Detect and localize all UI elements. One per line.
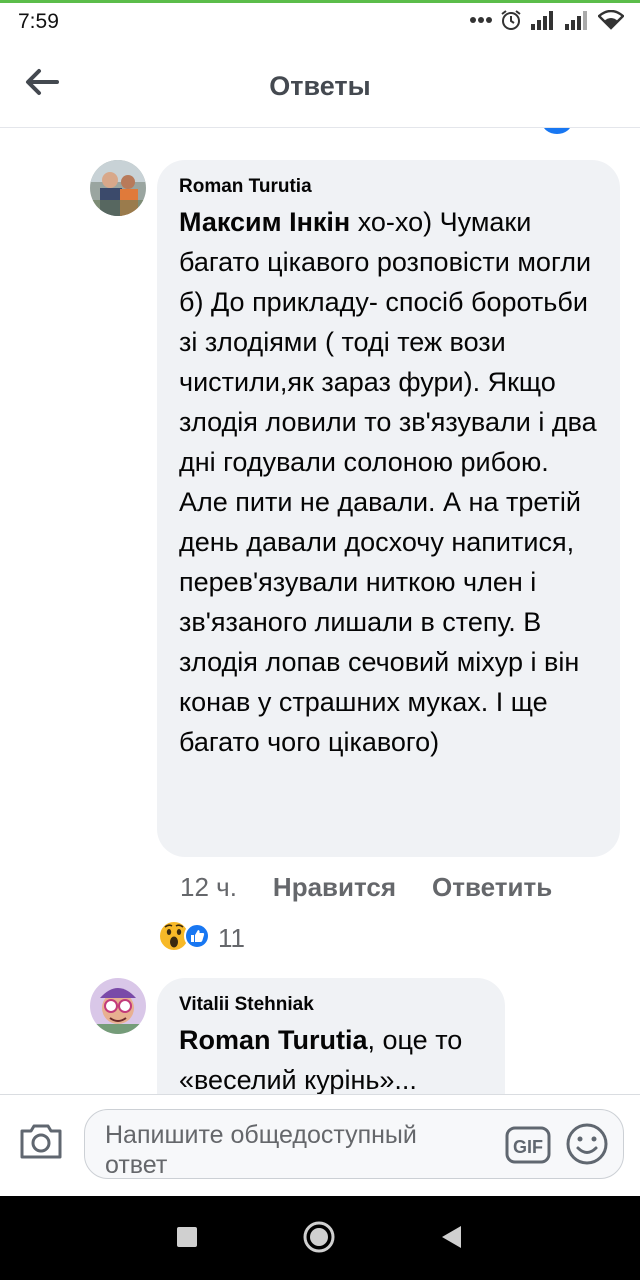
comment-text: Максим Інкін хо-хо) Чумаки багато цікаво… (179, 202, 598, 762)
triangle-back-icon (439, 1224, 463, 1255)
gif-button[interactable]: GIF (505, 1124, 551, 1166)
square-icon (176, 1226, 198, 1253)
back-nav-button[interactable] (434, 1222, 468, 1256)
previous-comment-reaction-fragment (542, 128, 572, 134)
comment-meta: 12 ч. Нравится Ответить (180, 872, 588, 903)
reply-input[interactable]: Напишите общедоступный ответ GIF (84, 1109, 624, 1179)
signal-icon (530, 10, 556, 30)
home-button[interactable] (302, 1220, 336, 1259)
like-icon (184, 923, 210, 954)
status-time: 7:59 (18, 10, 59, 33)
header: Ответы (0, 44, 640, 128)
signal-icon-2 (564, 10, 590, 30)
reply-composer: Напишите общедоступный ответ GIF (0, 1094, 640, 1196)
home-circle-icon (302, 1220, 336, 1259)
smiley-icon (565, 1123, 609, 1170)
status-bar: 7:59 (0, 0, 640, 44)
reply-button[interactable]: Ответить (432, 872, 552, 903)
comment-body: хо-хо) Чумаки багато цікавого розповісти… (179, 207, 597, 757)
comment-mention[interactable]: Roman Turutia (179, 1025, 368, 1055)
comment-author[interactable]: Roman Turutia (179, 176, 598, 198)
alarm-icon (500, 9, 522, 31)
comment-mention[interactable]: Максим Інкін (179, 207, 350, 237)
svg-text:GIF: GIF (513, 1137, 543, 1157)
status-icons (470, 9, 624, 31)
camera-icon (18, 1124, 64, 1165)
comment-time[interactable]: 12 ч. (180, 872, 237, 903)
comment-author[interactable]: Vitalii Stehniak (179, 994, 483, 1016)
previous-comment-fragment (232, 128, 272, 134)
like-button[interactable]: Нравится (273, 872, 396, 903)
recents-button[interactable] (170, 1222, 204, 1256)
comment-text: Roman Turutia, оце то «веселий курінь»..… (179, 1020, 483, 1094)
page-title: Ответы (269, 71, 371, 101)
reactions-summary[interactable]: 11 (158, 920, 245, 957)
more-notifications-icon (470, 16, 492, 24)
comment-bubble[interactable]: Roman Turutia Максим Інкін хо-хо) Чумаки… (157, 160, 620, 857)
gif-icon: GIF (505, 1126, 551, 1170)
camera-button[interactable] (18, 1121, 64, 1161)
replies-list[interactable]: Roman Turutia Максим Інкін хо-хо) Чумаки… (0, 128, 640, 1094)
emoji-button[interactable] (565, 1122, 609, 1166)
system-nav-bar (0, 1196, 640, 1280)
wifi-icon (598, 10, 624, 30)
reaction-count: 11 (218, 923, 245, 953)
reply-input-placeholder: Напишите общедоступный ответ (105, 1121, 417, 1179)
comment-bubble[interactable]: Vitalii Stehniak Roman Turutia, оце то «… (157, 978, 505, 1094)
avatar[interactable] (90, 160, 146, 216)
avatar[interactable] (90, 978, 146, 1034)
